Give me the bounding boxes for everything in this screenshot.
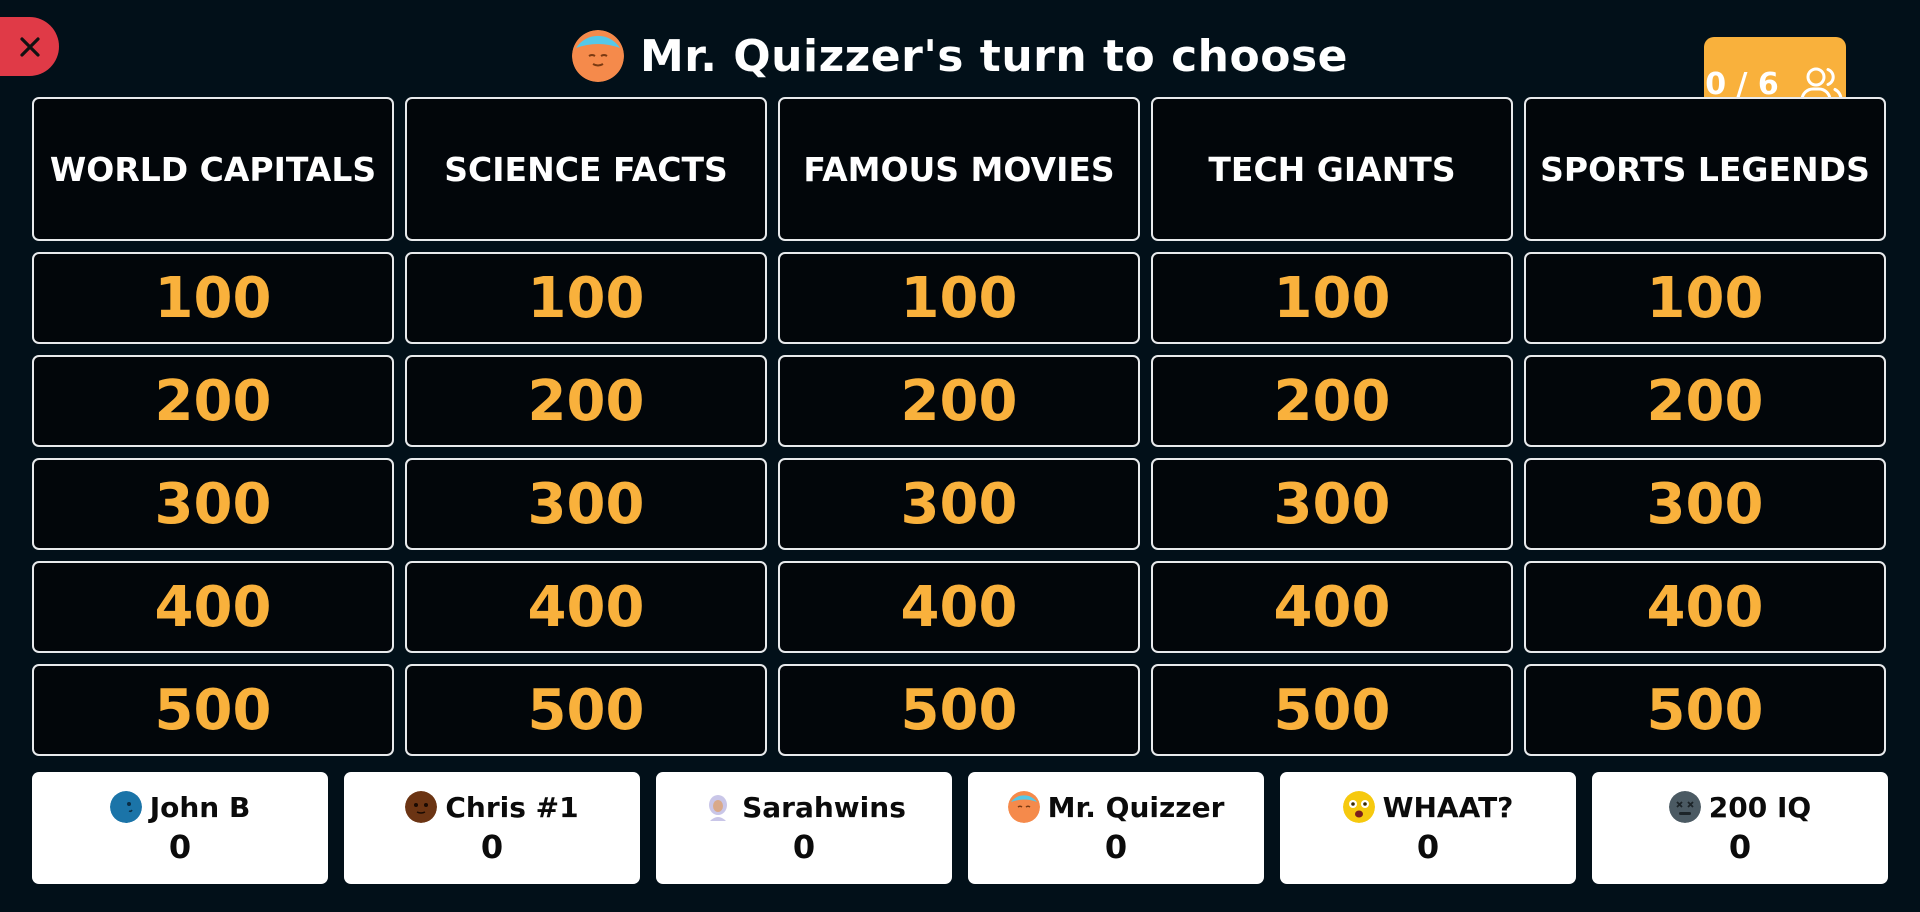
category-column: TECH GIANTS 100 200 300 400 500 bbox=[1151, 97, 1513, 767]
player-name: Chris #1 bbox=[445, 790, 579, 824]
category-column: SCIENCE FACTS 100 200 300 400 500 bbox=[405, 97, 767, 767]
turn-header: Mr. Quizzer's turn to choose bbox=[0, 26, 1920, 86]
category-header: WORLD CAPITALS bbox=[32, 97, 394, 241]
game-board: WORLD CAPITALS 100 200 300 400 500 SCIEN… bbox=[32, 97, 1888, 767]
player-score-card: Mr. Quizzer 0 bbox=[968, 772, 1264, 884]
question-tile[interactable]: 300 bbox=[32, 458, 394, 550]
question-tile[interactable]: 500 bbox=[778, 664, 1140, 756]
player-score-card: John B 0 bbox=[32, 772, 328, 884]
question-tile[interactable]: 300 bbox=[1151, 458, 1513, 550]
category-header: SPORTS LEGENDS bbox=[1524, 97, 1886, 241]
player-name: John B bbox=[149, 790, 251, 824]
question-tile[interactable]: 100 bbox=[1524, 252, 1886, 344]
question-tile[interactable]: 500 bbox=[32, 664, 394, 756]
question-tile[interactable]: 100 bbox=[32, 252, 394, 344]
player-score-card: Chris #1 0 bbox=[344, 772, 640, 884]
question-tile[interactable]: 500 bbox=[1151, 664, 1513, 756]
player-score: 0 bbox=[1416, 827, 1440, 866]
question-tile[interactable]: 500 bbox=[1524, 664, 1886, 756]
question-tile[interactable]: 400 bbox=[32, 561, 394, 653]
question-tile[interactable]: 400 bbox=[1524, 561, 1886, 653]
question-tile[interactable]: 100 bbox=[405, 252, 767, 344]
question-tile[interactable]: 500 bbox=[405, 664, 767, 756]
question-tile[interactable]: 200 bbox=[1524, 355, 1886, 447]
shocked-emoji-avatar-icon bbox=[1342, 791, 1375, 823]
person-avatar-icon bbox=[702, 791, 735, 823]
question-tile[interactable]: 100 bbox=[1151, 252, 1513, 344]
category-header: FAMOUS MOVIES bbox=[778, 97, 1140, 241]
category-header: SCIENCE FACTS bbox=[405, 97, 767, 241]
player-score-card: Sarahwins 0 bbox=[656, 772, 952, 884]
category-column: FAMOUS MOVIES 100 200 300 400 500 bbox=[778, 97, 1140, 767]
page-title: Mr. Quizzer's turn to choose bbox=[640, 30, 1348, 82]
question-tile[interactable]: 400 bbox=[1151, 561, 1513, 653]
question-tile[interactable]: 200 bbox=[778, 355, 1140, 447]
category-column: WORLD CAPITALS 100 200 300 400 500 bbox=[32, 97, 394, 767]
player-score-card: 200 IQ 0 bbox=[1592, 772, 1888, 884]
question-tile[interactable]: 100 bbox=[778, 252, 1140, 344]
question-tile[interactable]: 300 bbox=[405, 458, 767, 550]
question-tile[interactable]: 300 bbox=[778, 458, 1140, 550]
question-tile[interactable]: 200 bbox=[1151, 355, 1513, 447]
question-tile[interactable]: 400 bbox=[405, 561, 767, 653]
orange-face-avatar-icon bbox=[1007, 791, 1040, 823]
player-score: 0 bbox=[1728, 827, 1752, 866]
question-tile[interactable]: 300 bbox=[1524, 458, 1886, 550]
player-name: Mr. Quizzer bbox=[1047, 790, 1225, 824]
player-score-card: WHAAT? 0 bbox=[1280, 772, 1576, 884]
player-score: 0 bbox=[1104, 827, 1128, 866]
player-name: 200 IQ bbox=[1708, 790, 1812, 824]
player-score: 0 bbox=[792, 827, 816, 866]
category-column: SPORTS LEGENDS 100 200 300 400 500 bbox=[1524, 97, 1886, 767]
player-score: 0 bbox=[168, 827, 192, 866]
question-tile[interactable]: 200 bbox=[405, 355, 767, 447]
player-name: WHAAT? bbox=[1382, 790, 1514, 824]
question-tile[interactable]: 200 bbox=[32, 355, 394, 447]
player-score: 0 bbox=[480, 827, 504, 866]
orange-face-avatar-icon bbox=[572, 30, 625, 82]
scoreboard: John B 0 Chris #1 0 Sarahwins 0 Mr. Quiz… bbox=[32, 772, 1888, 884]
brown-face-avatar-icon bbox=[405, 791, 438, 823]
category-header: TECH GIANTS bbox=[1151, 97, 1513, 241]
player-name: Sarahwins bbox=[742, 790, 906, 824]
grey-face-avatar-icon bbox=[1668, 791, 1701, 823]
question-tile[interactable]: 400 bbox=[778, 561, 1140, 653]
blue-face-avatar-icon bbox=[109, 791, 142, 823]
